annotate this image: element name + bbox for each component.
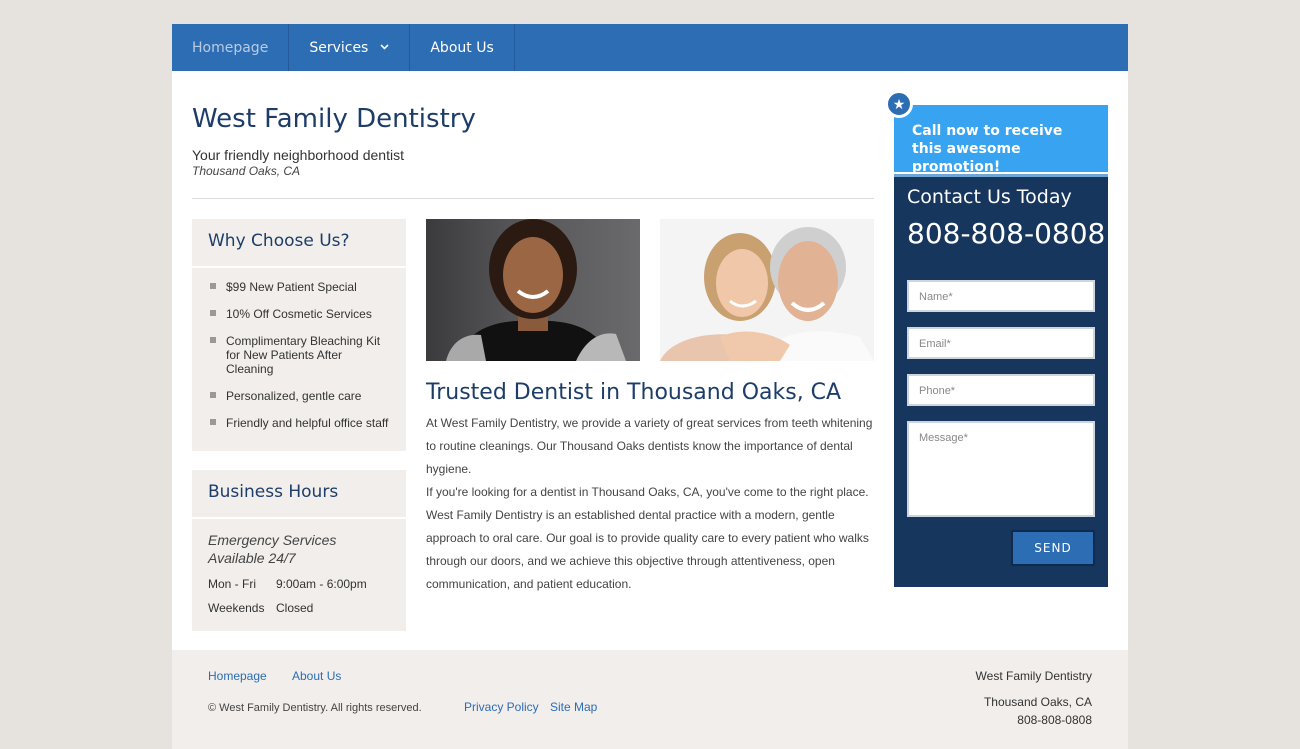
message-placeholder: Message* [919, 432, 968, 444]
main-heading: Trusted Dentist in Thousand Oaks, CA [426, 380, 842, 405]
hours-time: Closed [276, 601, 314, 615]
footer-link-privacy-policy[interactable]: Privacy Policy [464, 700, 539, 714]
nav-item-label: Homepage [192, 39, 269, 56]
footer-business-name: West Family Dentistry [975, 669, 1092, 683]
nav-item-services[interactable]: Services [289, 24, 411, 71]
name-field[interactable]: Name* [907, 280, 1095, 312]
footer: Homepage About Us © West Family Dentistr… [172, 650, 1128, 749]
main-nav: Homepage Services About Us [172, 24, 1128, 71]
site-location: Thousand Oaks, CA [192, 164, 301, 178]
message-field[interactable]: Message* [907, 421, 1095, 517]
site-tagline: Your friendly neighborhood dentist [192, 147, 404, 163]
contact-phone[interactable]: 808-808-0808 [907, 217, 1105, 250]
main-paragraph: At West Family Dentistry, we provide a v… [426, 416, 873, 476]
hours-row: Weekends Closed [192, 601, 406, 615]
list-item: Complimentary Bleaching Kit for New Pati… [208, 334, 390, 376]
why-choose-us-title: Why Choose Us? [192, 219, 406, 268]
header-divider [192, 198, 874, 199]
footer-city: Thousand Oaks, CA [983, 695, 1092, 709]
chevron-down-icon [380, 42, 389, 53]
hours-day: Weekends [208, 601, 265, 615]
why-choose-us-list: $99 New Patient Special 10% Off Cosmetic… [192, 268, 406, 430]
list-item: Personalized, gentle care [208, 389, 390, 403]
main-paragraph: If you're looking for a dentist in Thous… [426, 485, 869, 591]
list-item: 10% Off Cosmetic Services [208, 307, 390, 321]
couple-smiling-photo [660, 219, 874, 361]
promo-text: Call now to receive this awesome promoti… [912, 123, 1063, 175]
business-hours-title: Business Hours [192, 470, 406, 519]
footer-link-site-map[interactable]: Site Map [550, 700, 597, 714]
business-hours-box: Business Hours Emergency Services Availa… [192, 470, 406, 631]
name-placeholder: Name* [919, 291, 953, 303]
promo-banner[interactable]: Call now to receive this awesome promoti… [894, 105, 1108, 175]
site-title: West Family Dentistry [192, 104, 476, 134]
send-button[interactable]: SEND [1011, 530, 1095, 566]
footer-link-about-us[interactable]: About Us [292, 669, 341, 683]
main-body-text: At West Family Dentistry, we provide a v… [426, 412, 876, 596]
nav-item-label: Services [309, 39, 369, 56]
hours-time: 9:00am - 6:00pm [276, 577, 367, 591]
list-item: Friendly and helpful office staff [208, 416, 390, 430]
contact-form-panel: Contact Us Today 808-808-0808 Name* Emai… [894, 174, 1108, 587]
why-choose-us-box: Why Choose Us? $99 New Patient Special 1… [192, 219, 406, 451]
page-container: Homepage Services About Us West Family D… [172, 24, 1128, 749]
hours-row: Mon - Fri 9:00am - 6:00pm [192, 577, 406, 591]
nav-item-label: About Us [430, 39, 494, 56]
hours-day: Mon - Fri [208, 577, 256, 591]
emergency-note: Emergency Services Available 24/7 [208, 532, 337, 566]
nav-item-homepage[interactable]: Homepage [172, 24, 290, 71]
email-placeholder: Email* [919, 338, 951, 350]
footer-copyright: © West Family Dentistry. All rights rese… [208, 702, 422, 714]
footer-link-homepage[interactable]: Homepage [208, 669, 267, 683]
star-icon: ★ [885, 90, 913, 118]
email-field[interactable]: Email* [907, 327, 1095, 359]
list-item: $99 New Patient Special [208, 280, 390, 294]
phone-field[interactable]: Phone* [907, 374, 1095, 406]
footer-phone: 808-808-0808 [1017, 713, 1092, 727]
contact-title: Contact Us Today [907, 186, 1072, 208]
nav-item-about-us[interactable]: About Us [410, 24, 515, 71]
send-button-label: SEND [1034, 541, 1072, 555]
phone-placeholder: Phone* [919, 385, 956, 397]
woman-smiling-photo [426, 219, 640, 361]
